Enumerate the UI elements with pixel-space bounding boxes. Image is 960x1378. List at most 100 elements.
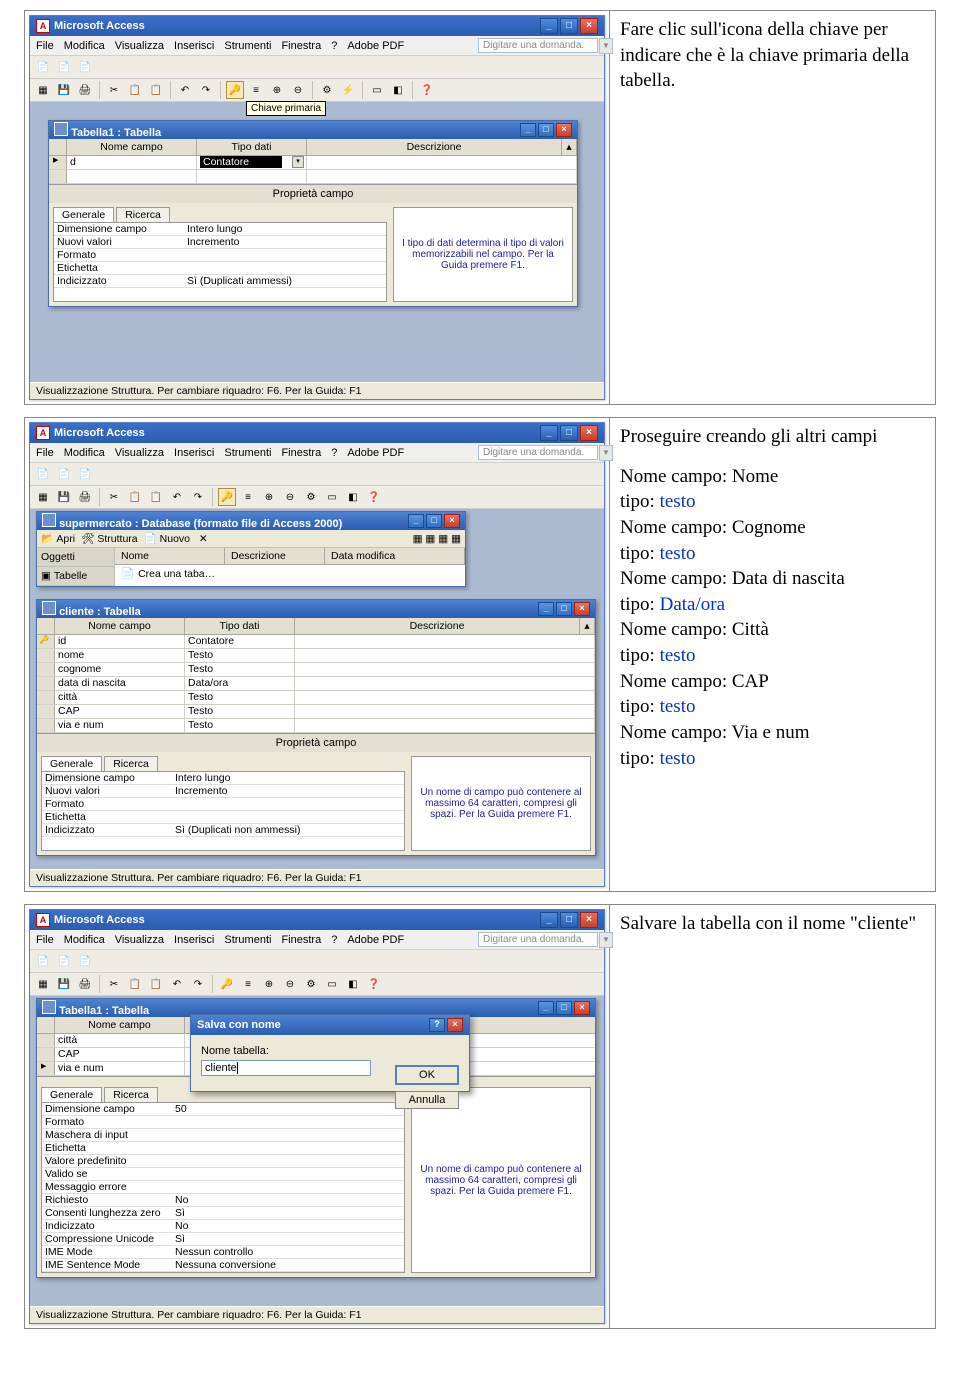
grid-row[interactable]: città Testo [37, 691, 595, 705]
undo-icon[interactable]: ↶ [176, 81, 194, 99]
row-selector[interactable] [37, 1034, 55, 1047]
child-min[interactable]: _ [520, 123, 536, 137]
field-type-cell[interactable]: Data/ora [185, 677, 295, 690]
key-icon[interactable]: 🔑 [218, 488, 236, 506]
database-window[interactable]: supermercato : Database (formato file di… [36, 511, 466, 587]
table-design-window[interactable]: Tabella1 : Tabella _ □ × Nome campo [48, 120, 578, 307]
row-selector[interactable] [37, 719, 55, 732]
db-tab-tables[interactable]: ▣ Tabelle [37, 567, 114, 586]
help-search[interactable]: Digitare una domanda. ▼ [478, 38, 598, 53]
field-type-cell[interactable]: Contatore ▾ [197, 156, 307, 169]
field-type-cell[interactable]: Contatore [185, 635, 295, 648]
menu-help[interactable]: ? [331, 40, 337, 52]
save-icon[interactable]: 💾 [55, 488, 73, 506]
save-as-dialog[interactable]: Salva con nome ? × Nome tabella: cliente… [190, 1014, 470, 1092]
db-open[interactable]: 📂 Apri [41, 532, 75, 545]
pdf-icon-2[interactable]: 📄 [55, 58, 73, 76]
field-name-cell[interactable]: città [55, 691, 185, 704]
db-list-item[interactable]: 📄 Crea una taba… [115, 565, 465, 582]
menu-tools[interactable]: Strumenti [224, 40, 271, 52]
menu-insert[interactable]: Inserisci [174, 40, 214, 52]
grid-row[interactable]: CAP Testo [37, 705, 595, 719]
field-name-cell[interactable]: via e num [55, 1062, 185, 1075]
grid-row[interactable]: data di nascita Data/ora [37, 677, 595, 691]
db-new[interactable]: 📄 Nuovo [144, 532, 190, 545]
access-main-window-3[interactable]: A Microsoft Access _ □ × File Modifica V… [29, 909, 605, 1324]
type-dropdown[interactable]: ▾ [292, 156, 304, 168]
field-type-cell[interactable]: Testo [185, 649, 295, 662]
child-titlebar[interactable]: Tabella1 : Tabella _ □ × [49, 121, 577, 139]
dialog-help-icon[interactable]: ? [429, 1018, 445, 1032]
menu-view[interactable]: Visualizza [115, 40, 164, 52]
access-main-window[interactable]: A Microsoft Access _ □ × File Modifica V… [29, 15, 605, 400]
db-window-icon[interactable]: ▭ [368, 81, 386, 99]
row-selector[interactable] [37, 663, 55, 676]
undo-icon[interactable]: ↶ [168, 488, 186, 506]
print-icon[interactable]: 🖨 [76, 81, 94, 99]
save-icon[interactable]: 💾 [55, 81, 73, 99]
pdf-icon-3[interactable]: 📄 [76, 58, 94, 76]
field-name-cell[interactable]: data di nascita [55, 677, 185, 690]
db-toolbar[interactable]: 📂 Apri 🛠 Struttura 📄 Nuovo ✕ ▦ ▦ ▦ ▦ [37, 530, 465, 548]
grid-row[interactable]: nome Testo [37, 649, 595, 663]
row-selector[interactable] [49, 156, 67, 169]
paste-icon[interactable]: 📋 [147, 488, 165, 506]
cancel-button[interactable]: Annulla [395, 1091, 459, 1109]
rows-icon[interactable]: ≡ [247, 81, 265, 99]
field-type-cell[interactable]: Testo [185, 705, 295, 718]
ok-button[interactable]: OK [395, 1065, 459, 1085]
view-icon[interactable]: ▦ [34, 488, 52, 506]
help-search[interactable]: Digitare una domanda. ▼ [478, 445, 598, 460]
row-selector[interactable] [37, 1048, 55, 1061]
minimize-button[interactable]: _ [540, 425, 558, 441]
cut-icon[interactable]: ✂ [105, 81, 123, 99]
index-icon[interactable]: ⚡ [339, 81, 357, 99]
child-close[interactable]: × [556, 123, 572, 137]
row-selector[interactable] [37, 635, 55, 648]
insert-row-icon[interactable]: ⊕ [268, 81, 286, 99]
table-design-window-2[interactable]: cliente : Tabella _ □ × Nome campo [36, 599, 596, 856]
field-name-cell[interactable]: cognome [55, 663, 185, 676]
save-input[interactable]: cliente [201, 1060, 371, 1076]
field-name-cell[interactable]: città [55, 1034, 185, 1047]
titlebar[interactable]: A Microsoft Access _ □ × [30, 16, 604, 36]
field-name-cell[interactable]: via e num [55, 719, 185, 732]
obj-icon[interactable]: ◧ [389, 81, 407, 99]
menu-adobe[interactable]: Adobe PDF [347, 40, 404, 52]
pdf-toolbar[interactable]: 📄 📄 📄 [30, 56, 604, 79]
row-selector[interactable] [37, 705, 55, 718]
view-icon[interactable]: ▦ [34, 81, 52, 99]
field-type-cell[interactable]: Testo [185, 691, 295, 704]
grid-row[interactable]: id Contatore [37, 635, 595, 649]
maximize-button[interactable]: □ [560, 425, 578, 441]
help-dropdown[interactable]: ▼ [599, 38, 613, 54]
pdf-icon[interactable]: 📄 [34, 58, 52, 76]
field-name-cell[interactable]: CAP [55, 1048, 185, 1061]
field-name-cell[interactable]: nome [55, 649, 185, 662]
field-desc-cell[interactable] [307, 156, 577, 169]
key-icon[interactable]: 🔑 [226, 81, 244, 99]
field-name-cell[interactable]: id [55, 635, 185, 648]
menu-window[interactable]: Finestra [281, 40, 321, 52]
access-main-window-2[interactable]: A Microsoft Access _ □ × File Modifica V… [29, 422, 605, 887]
field-type-cell[interactable]: Testo [185, 719, 295, 732]
menu-edit[interactable]: Modifica [64, 40, 105, 52]
db-design[interactable]: 🛠 Struttura [81, 532, 138, 545]
child-max[interactable]: □ [538, 123, 554, 137]
main-toolbar[interactable]: ▦ 💾 🖨 ✂ 📋 📋 ↶ ↷ 🔑 ≡ ⊕ ⊖ ⚙ [30, 79, 604, 102]
row-selector[interactable] [37, 691, 55, 704]
grid-row[interactable]: cognome Testo [37, 663, 595, 677]
scroll-up[interactable]: ▴ [562, 139, 577, 155]
field-name-cell[interactable]: d [67, 156, 197, 169]
minimize-button[interactable]: _ [540, 18, 558, 34]
copy-icon[interactable]: 📋 [126, 81, 144, 99]
menubar[interactable]: File Modifica Visualizza Inserisci Strum… [30, 443, 604, 463]
maximize-button[interactable]: □ [560, 18, 578, 34]
row-selector[interactable] [37, 677, 55, 690]
tab-lookup[interactable]: Ricerca [116, 207, 170, 222]
print-icon[interactable]: 🖨 [76, 488, 94, 506]
cut-icon[interactable]: ✂ [105, 488, 123, 506]
close-button[interactable]: × [580, 425, 598, 441]
copy-icon[interactable]: 📋 [126, 488, 144, 506]
props-icon[interactable]: ⚙ [318, 81, 336, 99]
